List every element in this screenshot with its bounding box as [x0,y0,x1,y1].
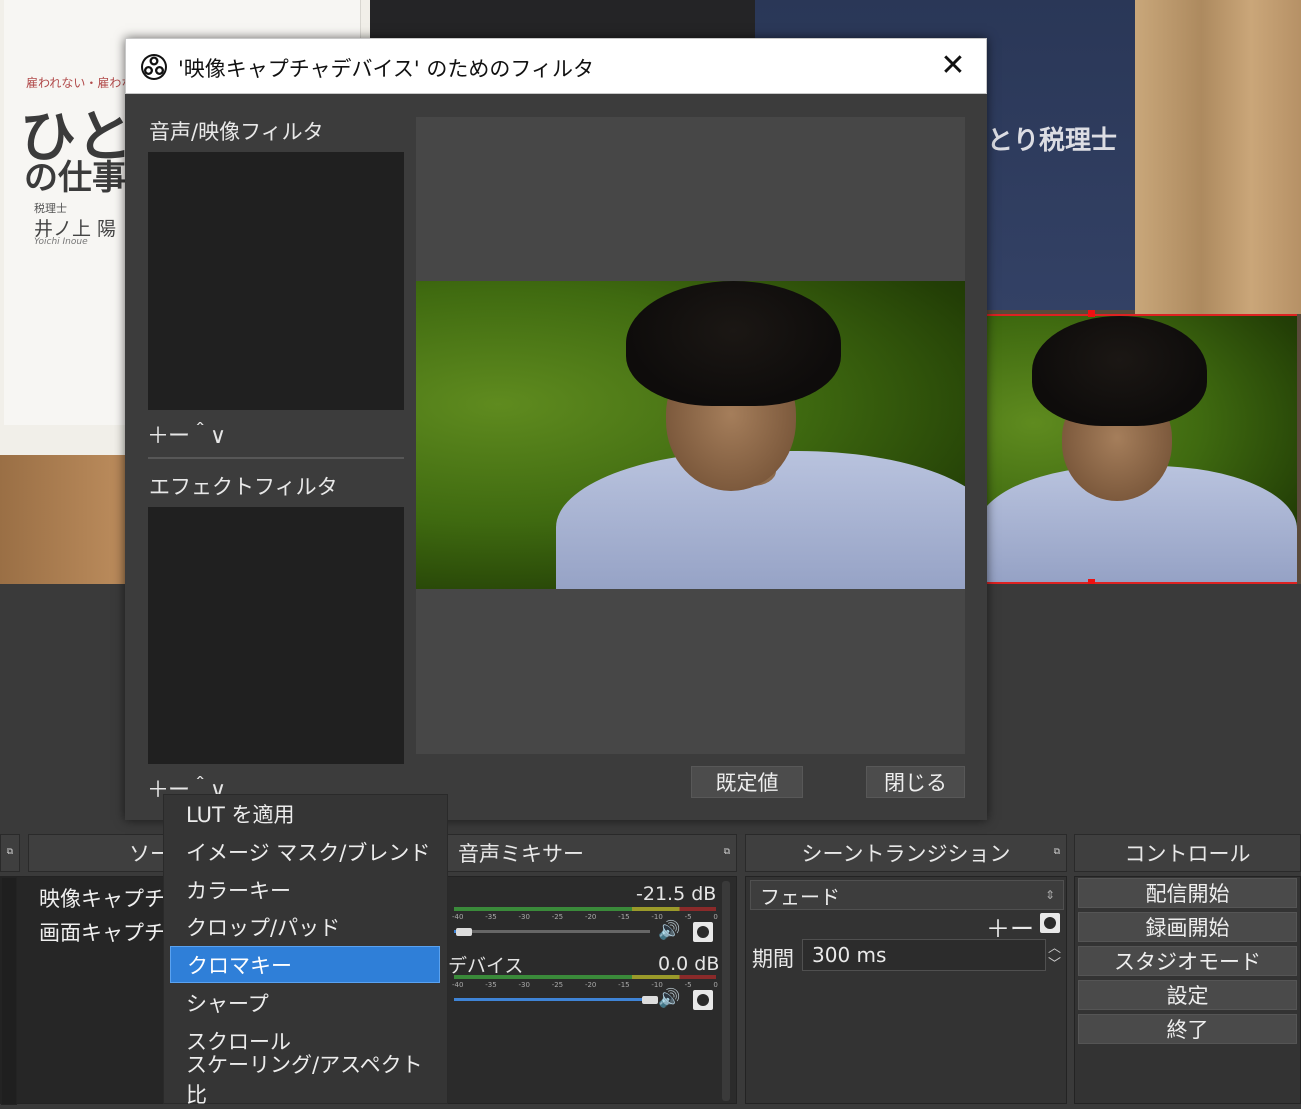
defaults-button[interactable]: 既定値 [691,766,803,798]
mixer-scrollbar[interactable] [722,881,730,1101]
controls-dock-header: コントロール [1074,834,1301,872]
menu-item-sharpen[interactable]: シャープ [170,984,440,1021]
dock-header-partial-left: ⧉ [0,834,20,872]
studio-mode-button[interactable]: スタジオモード [1078,946,1297,976]
mixer-channel-2-name: デバイス [448,955,524,977]
mixer-channel-2-meter [454,975,716,979]
dock-float-icon[interactable]: ⧉ [724,847,730,857]
menu-item-apply-lut[interactable]: LUT を適用 [170,795,440,832]
mixer-channel-1-slider-track[interactable] [454,930,650,933]
av-filters-label: 音声/映像フィルタ [149,120,324,144]
transition-selected-value: フェード [760,884,840,909]
close-icon[interactable]: ✕ [932,45,974,87]
transition-properties-icon[interactable] [1040,913,1060,933]
close-button[interactable]: 閉じる [866,766,965,798]
effect-filters-list[interactable] [148,507,404,764]
start-recording-button[interactable]: 録画開始 [1078,912,1297,942]
transitions-panel: フェード ⇕ ＋ー 期間 300 ms ︿ ﹀ [745,876,1067,1104]
av-filters-toolbar[interactable]: ＋ー＾∨ [147,418,226,450]
menu-item-image-mask-blend[interactable]: イメージ マスク/ブレンド [170,833,440,870]
obs-logo-icon [141,54,167,80]
book-title-mid: の仕事 [24,158,126,198]
mixer-channel-2-settings-icon[interactable] [693,990,713,1010]
dock-float-icon[interactable]: ⧉ [1054,847,1060,857]
mixer-channel-2-db: 0.0 dB [658,953,720,975]
transitions-dock-header: シーントランジション ⧉ [745,834,1067,872]
duration-label: 期間 [752,947,794,971]
av-filters-list[interactable] [148,152,404,410]
resize-handle-top[interactable] [1088,310,1095,317]
resize-handle-bottom[interactable] [1088,579,1095,584]
speaker-icon[interactable]: 🔊 [658,988,680,1009]
duration-value: 300 ms [812,943,887,967]
mixer-channel-1-settings-icon[interactable] [693,922,713,942]
mixer-channel-2-slider-knob[interactable] [642,996,658,1004]
person-hair [1032,316,1207,426]
menu-item-color-key[interactable]: カラーキー [170,871,440,908]
selected-source-frame[interactable] [987,314,1297,584]
effect-filters-label: エフェクトフィルタ [149,475,338,499]
dialog-titlebar[interactable]: '映像キャプチャデバイス' のためのフィルタ ✕ [125,38,987,94]
start-streaming-button[interactable]: 配信開始 [1078,878,1297,908]
person-hair [626,281,841,406]
camera-feed-small [987,316,1297,582]
menu-item-chroma-key[interactable]: クロマキー [170,946,440,983]
dock-float-icon[interactable]: ⧉ [7,847,13,857]
controls-dock-title: コントロール [1124,842,1251,866]
wood-panel-right [1135,0,1301,314]
chevron-updown-icon: ⇕ [1044,888,1055,902]
transitions-dock-title: シーントランジション [801,842,1011,866]
menu-item-scaling-aspect[interactable]: スケーリング/アスペクト比 [170,1053,440,1107]
speaker-icon[interactable]: 🔊 [658,920,680,941]
book-dark-spine [370,0,755,40]
camera-feed [416,281,965,589]
mixer-dock-title: 音声ミキサー [458,842,584,866]
filter-preview [416,117,965,754]
mixer-dock-header: 音声ミキサー ⧉ [445,834,737,872]
menu-item-crop-pad[interactable]: クロップ/パッド [170,908,440,945]
filters-dialog: '映像キャプチャデバイス' のためのフィルタ ✕ 音声/映像フィルタ ＋ー＾∨ … [125,38,987,820]
duration-spinbox[interactable]: 300 ms [802,939,1046,971]
book-author-roman: Yoichi Inoue [34,237,88,247]
mixer-panel: -21.5 dB -40 -35 -30 -25 -20 -15 -10 -5 0 🔊 デバイス… [445,876,737,1104]
section-divider [148,457,404,459]
spin-down-icon[interactable]: ﹀ [1048,953,1061,972]
add-filter-menu: LUT を適用 イメージ マスク/ブレンド カラーキー クロップ/パッド クロマ… [163,794,448,1107]
navy-book-title: とり税理士 [987,126,1118,156]
settings-button[interactable]: 設定 [1078,980,1297,1010]
mixer-channel-1-db: -21.5 dB [636,883,717,905]
mixer-channel-2-slider-fill [454,998,650,1001]
mixer-channel-1-slider-knob[interactable] [456,928,472,936]
transition-select[interactable]: フェード ⇕ [750,880,1064,910]
scenes-list-edge [1,877,17,1105]
dialog-title: '映像キャプチャデバイス' のためのフィルタ [178,57,594,81]
mixer-channel-1-meter [454,907,716,911]
exit-button[interactable]: 終了 [1078,1014,1297,1044]
